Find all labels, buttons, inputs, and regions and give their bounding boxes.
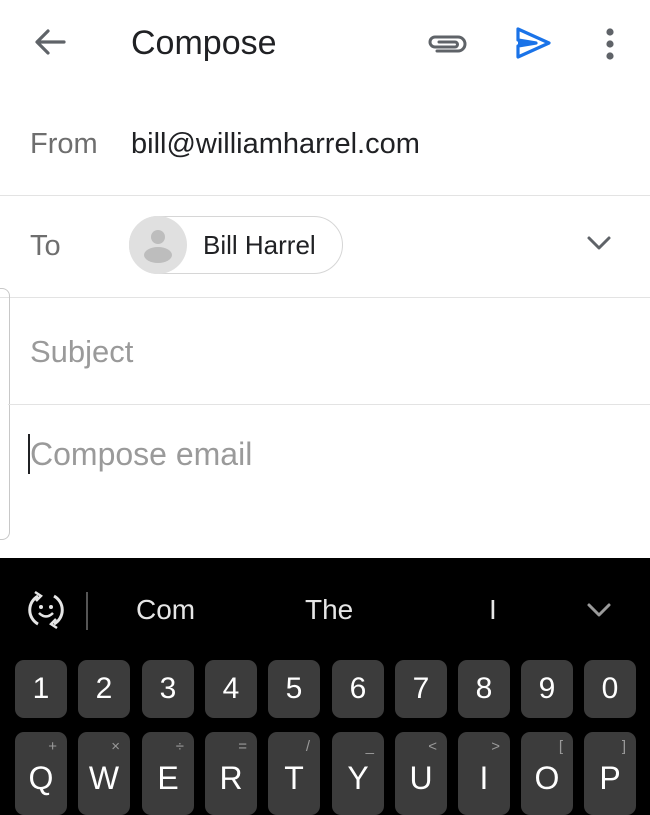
key-alt-symbol: [ <box>558 738 563 755</box>
chevron-down-icon[interactable] <box>584 232 614 254</box>
body-placeholder: Compose email <box>30 436 253 472</box>
back-arrow-icon[interactable] <box>30 22 70 62</box>
suggestion-item[interactable]: I <box>489 594 497 626</box>
key-w[interactable]: × W <box>78 732 130 815</box>
key-q[interactable]: + Q <box>15 732 67 815</box>
key-label: U <box>409 760 433 796</box>
key-label: Y <box>347 760 369 796</box>
key-alt-symbol: > <box>491 738 500 755</box>
subject-placeholder: Subject <box>30 334 134 369</box>
key-label: R <box>219 760 243 796</box>
key-label: E <box>157 760 179 796</box>
key-0[interactable]: 0 <box>584 660 636 718</box>
key-e[interactable]: ÷ E <box>142 732 194 815</box>
key-alt-symbol: ÷ <box>175 738 184 755</box>
from-label: From <box>30 128 98 160</box>
key-alt-symbol: = <box>238 738 247 755</box>
suggestion-item[interactable]: Com <box>136 594 195 626</box>
key-4[interactable]: 4 <box>205 660 257 718</box>
key-label: P <box>599 760 621 796</box>
key-label: O <box>534 760 560 796</box>
key-alt-symbol: ] <box>621 738 626 755</box>
suggestion-item[interactable]: The <box>305 594 353 626</box>
keyboard: Com The I 1 2 3 4 5 6 7 8 9 0 + Q × W ÷ E = R / T _ Y < U > I[O] P <box>0 558 650 815</box>
key-label: W <box>88 760 120 796</box>
key-5[interactable]: 5 <box>268 660 320 718</box>
person-icon <box>144 230 172 263</box>
key-3[interactable]: 3 <box>142 660 194 718</box>
recipient-name: Bill Harrel <box>203 230 316 260</box>
recipient-chip[interactable]: Bill Harrel <box>129 216 343 274</box>
app-bar: Compose <box>0 0 650 90</box>
key-o[interactable]: [O <box>521 732 573 815</box>
page-title: Compose <box>131 24 277 62</box>
avatar <box>129 216 187 274</box>
attachment-icon[interactable] <box>425 28 469 60</box>
from-address[interactable]: bill@williamharrel.com <box>131 128 420 161</box>
key-alt-symbol: + <box>48 738 57 755</box>
subject-field[interactable]: Subject <box>8 298 650 405</box>
suggestion-bar: Com The I <box>0 558 650 654</box>
key-6[interactable]: 6 <box>332 660 384 718</box>
key-2[interactable]: 2 <box>78 660 130 718</box>
key-7[interactable]: 7 <box>395 660 447 718</box>
key-p[interactable]: ] P <box>584 732 636 815</box>
key-label: T <box>284 760 304 796</box>
key-alt-symbol: < <box>428 738 437 755</box>
to-row[interactable]: To Bill Harrel <box>0 196 650 298</box>
more-vert-icon[interactable] <box>596 24 624 64</box>
chevron-down-icon[interactable] <box>584 600 614 622</box>
emoji-toggle-icon[interactable] <box>24 590 68 630</box>
key-u[interactable]: < U <box>395 732 447 815</box>
from-row[interactable]: From bill@williamharrel.com <box>0 90 650 196</box>
key-1[interactable]: 1 <box>15 660 67 718</box>
key-i[interactable]: > I <box>458 732 510 815</box>
key-alt-symbol: / <box>305 738 310 755</box>
key-alt-symbol: × <box>111 738 120 755</box>
to-label: To <box>30 230 61 262</box>
key-9[interactable]: 9 <box>521 660 573 718</box>
send-icon[interactable] <box>512 22 554 64</box>
suggestion-divider <box>86 592 88 630</box>
key-alt-symbol: _ <box>365 738 374 755</box>
key-8[interactable]: 8 <box>458 660 510 718</box>
key-r[interactable]: = R <box>205 732 257 815</box>
key-label: I <box>479 760 489 796</box>
key-y[interactable]: _ Y <box>332 732 384 815</box>
key-t[interactable]: / T <box>268 732 320 815</box>
body-input[interactable]: Compose email <box>28 430 628 530</box>
key-label: Q <box>28 760 54 796</box>
